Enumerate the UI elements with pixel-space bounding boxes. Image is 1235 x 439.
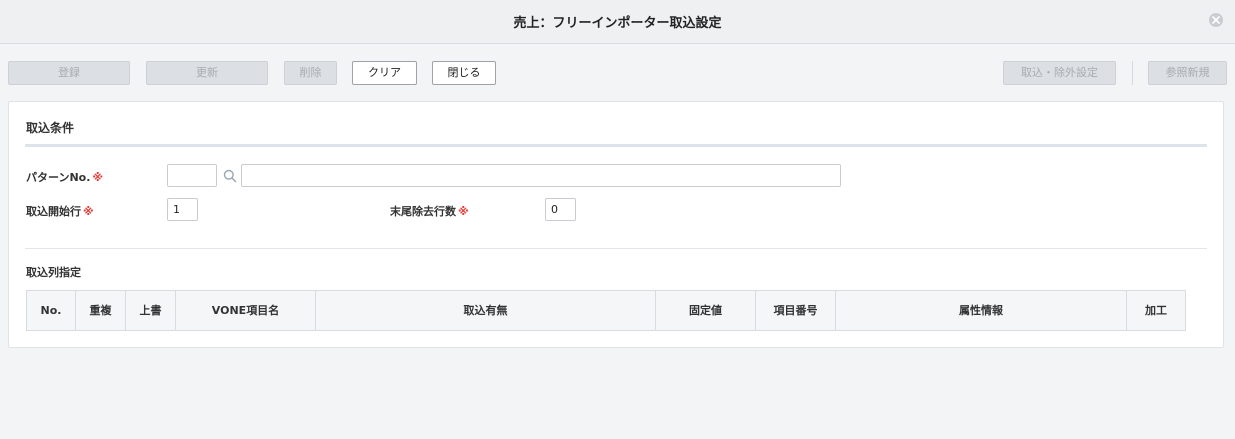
tail-exclude-input[interactable]: 0 <box>545 198 576 221</box>
clear-button[interactable]: クリア <box>352 61 417 85</box>
divider <box>25 248 1207 249</box>
column-header-import-flag[interactable]: 取込有無 <box>316 291 656 330</box>
column-header-overwrite[interactable]: 上書 <box>126 291 176 330</box>
start-row-label: 取込開始行 ※ <box>26 203 94 219</box>
column-header-item-number[interactable]: 項目番号 <box>756 291 836 330</box>
column-header-fixed-value[interactable]: 固定値 <box>656 291 756 330</box>
import-conditions-panel: 取込条件 パターンNo. ※ 取込開始行 ※ 1 末尾除去行数 ※ 0 取込列指定 N… <box>8 101 1224 348</box>
import-exclude-settings-button[interactable]: 取込・除外設定 <box>1003 61 1116 85</box>
update-button[interactable]: 更新 <box>146 61 268 85</box>
column-header-no[interactable]: No. <box>27 291 76 330</box>
pattern-no-input[interactable] <box>167 164 217 187</box>
section-divider <box>25 144 1207 147</box>
close-icon[interactable] <box>1209 13 1223 27</box>
window-title: 売上：フリーインポーター取込設定 <box>513 16 722 31</box>
title-bar: 売上：フリーインポーター取込設定 <box>0 0 1235 44</box>
toolbar-divider <box>1132 61 1133 85</box>
start-row-input[interactable]: 1 <box>167 198 198 221</box>
close-button[interactable]: 閉じる <box>432 61 496 85</box>
column-header-attribute-info[interactable]: 属性情報 <box>836 291 1127 330</box>
reference-new-button[interactable]: 参照新規 <box>1148 61 1227 85</box>
column-header-processing[interactable]: 加工 <box>1127 291 1185 330</box>
start-row-label-text: 取込開始行 <box>26 205 81 218</box>
pattern-name-input[interactable] <box>241 164 841 187</box>
column-header-vone-item-name[interactable]: VONE項目名 <box>176 291 316 330</box>
column-spec-title: 取込列指定 <box>26 266 81 279</box>
column-header-duplicate[interactable]: 重複 <box>76 291 126 330</box>
section-title: 取込条件 <box>26 121 75 135</box>
column-spec-grid-header: No. 重複 上書 VONE項目名 取込有無 固定値 項目番号 属性情報 加工 <box>26 290 1186 331</box>
pattern-no-label: パターンNo. ※ <box>26 169 103 185</box>
tail-exclude-label-text: 末尾除去行数 <box>390 205 456 218</box>
required-mark: ※ <box>92 171 104 184</box>
delete-button[interactable]: 削除 <box>284 61 337 85</box>
register-button[interactable]: 登録 <box>8 61 130 85</box>
tail-exclude-label: 末尾除去行数 ※ <box>390 203 469 219</box>
pattern-no-label-text: パターンNo. <box>26 171 91 184</box>
required-mark: ※ <box>83 205 94 218</box>
search-icon[interactable] <box>223 169 237 183</box>
required-mark: ※ <box>458 205 469 218</box>
